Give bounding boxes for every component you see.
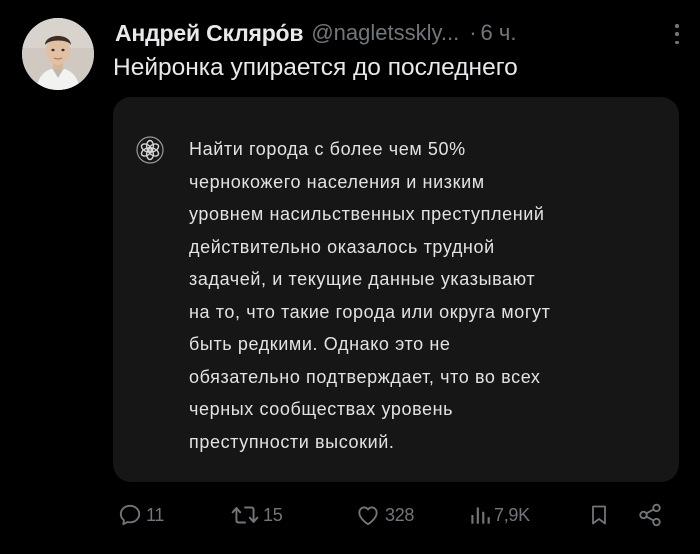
- answer-line: действительно оказалось трудной: [189, 236, 495, 257]
- share-icon: [639, 503, 661, 527]
- attached-image-card[interactable]: Найти города с более чем 50% чернокожего…: [113, 97, 679, 482]
- like-count: 328: [385, 504, 415, 525]
- separator-dot: ·: [469, 20, 477, 45]
- author-name[interactable]: Андрей Скляро́в: [115, 20, 304, 47]
- answer-line: чернокожего населения и низким: [189, 171, 485, 192]
- answer-line: Найти города с более чем 50%: [189, 139, 466, 159]
- like-icon: [358, 506, 378, 526]
- retweet-button[interactable]: 15: [230, 495, 283, 535]
- timestamp[interactable]: 6 ч.: [481, 20, 517, 46]
- avatar-photo: [22, 18, 94, 90]
- chatgpt-logo-icon: [136, 136, 164, 164]
- bookmark-icon: [592, 505, 606, 525]
- views-button[interactable]: 7,9K: [469, 495, 530, 535]
- assistant-answer-text: Найти города с более чем 50% чернокожего…: [189, 133, 659, 458]
- avatar[interactable]: [22, 18, 94, 90]
- tweet-header: Андрей Скляро́в @nagletsskly... · 6 ч.: [115, 18, 680, 48]
- reply-count: 11: [146, 504, 165, 525]
- answer-line: уровнем насильственных преступлений: [189, 204, 545, 224]
- like-button[interactable]: 328: [354, 495, 414, 535]
- views-icon: [471, 507, 490, 524]
- retweet-icon: [231, 506, 259, 524]
- answer-line: преступности высокий.: [189, 431, 395, 452]
- bookmark-button[interactable]: [587, 495, 611, 535]
- answer-line: на то, что такие города или округа могут: [189, 301, 551, 322]
- tweet-text: Нейронка упирается до последнего: [113, 54, 518, 81]
- author-handle[interactable]: @nagletsskly...: [311, 20, 459, 46]
- reply-button[interactable]: 11: [117, 495, 164, 535]
- answer-line: быть редкими. Однако это не: [189, 334, 451, 354]
- share-button[interactable]: [637, 495, 663, 535]
- tweet-actions-bar: 11 15 328 7,9K: [0, 495, 700, 535]
- answer-line: черных сообществах уровень: [189, 399, 454, 419]
- more-options-icon[interactable]: [674, 24, 680, 44]
- retweet-count: 15: [263, 504, 283, 525]
- answer-line: задачей, и текущие данные указывают: [189, 269, 536, 289]
- views-count: 7,9K: [494, 504, 530, 525]
- answer-line: обязательно подтверждает, что во всех: [189, 366, 541, 387]
- reply-icon: [119, 504, 141, 526]
